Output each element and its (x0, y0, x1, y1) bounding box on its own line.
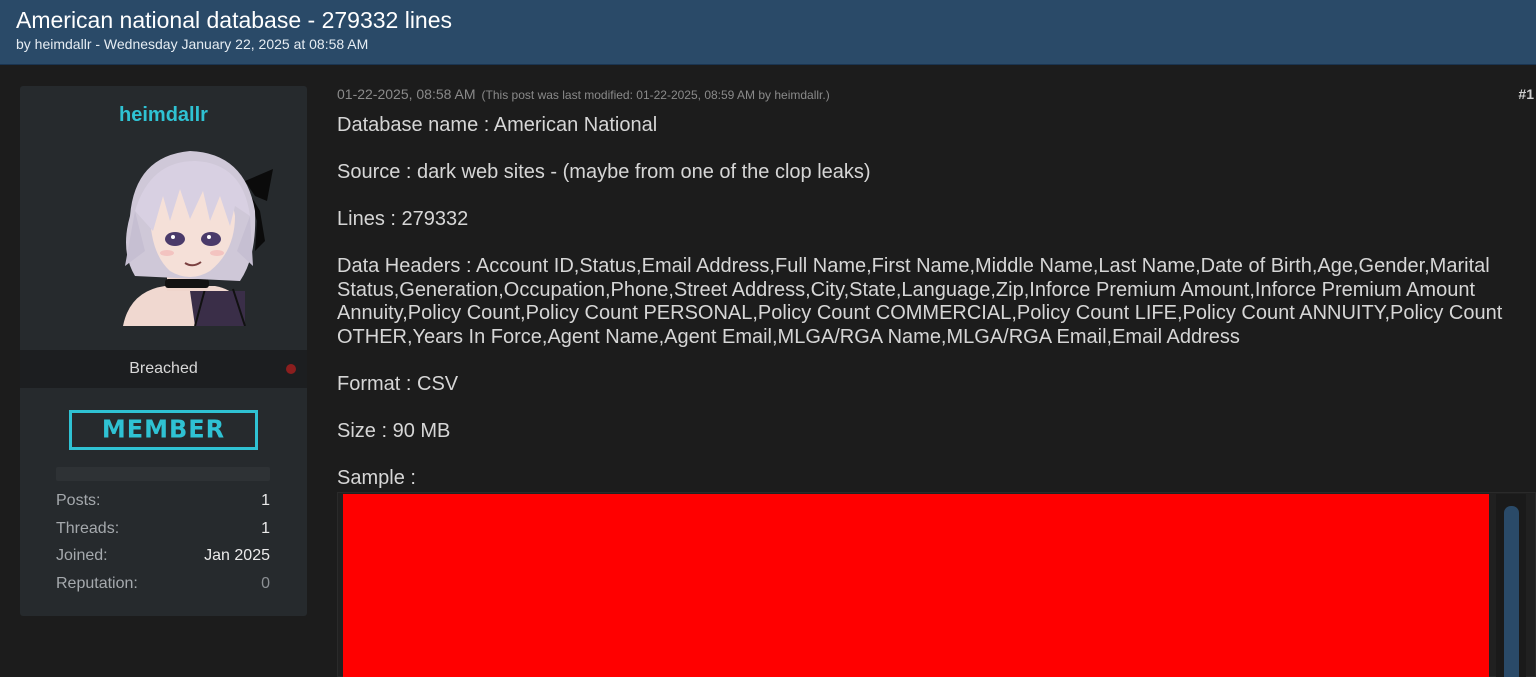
post-line-source: Source : dark web sites - (maybe from on… (337, 160, 871, 183)
stat-value: Jan 2025 (204, 547, 270, 564)
redacted-sample (343, 494, 1489, 677)
stat-joined: Joined: Jan 2025 (56, 547, 270, 575)
stat-label: Threads: (56, 519, 120, 537)
offline-status-dot (286, 364, 296, 374)
post-number-link[interactable]: #1 (1518, 86, 1534, 102)
thread-byline: by heimdallr - Wednesday January 22, 202… (16, 36, 369, 52)
stat-label: Reputation: (56, 574, 138, 592)
post-meta: 01-22-2025, 08:58 AM (This post was last … (337, 86, 830, 102)
user-rank-row: Breached (20, 350, 307, 388)
post-line-format: Format : CSV (337, 372, 459, 395)
stat-label: Posts: (56, 492, 101, 509)
stat-label: Joined: (56, 547, 108, 564)
author-username-link[interactable]: heimdallr (20, 104, 307, 127)
reputation-bar (56, 467, 270, 481)
author-panel: heimdallr Breached MEMBER Posts: 1 Threa… (20, 86, 307, 616)
member-badge-text: MEMBER (101, 414, 226, 444)
stat-threads: Threads: 1 (56, 520, 270, 548)
post-date: 01-22-2025, 08:58 AM (337, 86, 476, 102)
thread-title: American national database - 279332 line… (16, 7, 453, 33)
stat-value: 1 (261, 492, 270, 509)
post-line-sample: Sample : (337, 466, 416, 489)
thread-header: American national database - 279332 line… (0, 0, 1536, 65)
stat-reputation: Reputation: 0 (56, 575, 270, 603)
stat-value[interactable]: 0 (261, 575, 270, 603)
post-line-database-name: Database name : American National (337, 114, 658, 136)
post-modified-note: (This post was last modified: 01-22-2025… (481, 88, 830, 102)
post-line-lines: Lines : 279332 (337, 207, 469, 230)
post-line-data-headers: Data Headers : Account ID,Status,Email A… (337, 254, 1503, 348)
user-rank: Breached (129, 360, 198, 377)
avatar[interactable] (95, 141, 275, 326)
sample-scrollbar-thumb[interactable] (1504, 506, 1519, 677)
stat-value: 1 (261, 519, 270, 537)
member-badge: MEMBER (69, 410, 258, 450)
author-stats: Posts: 1 Threads: 1 Joined: Jan 2025 Rep… (56, 492, 270, 602)
stat-posts: Posts: 1 (56, 492, 270, 520)
post-body: Database name : American National Source… (337, 114, 1507, 514)
post-line-size: Size : 90 MB (337, 419, 451, 442)
